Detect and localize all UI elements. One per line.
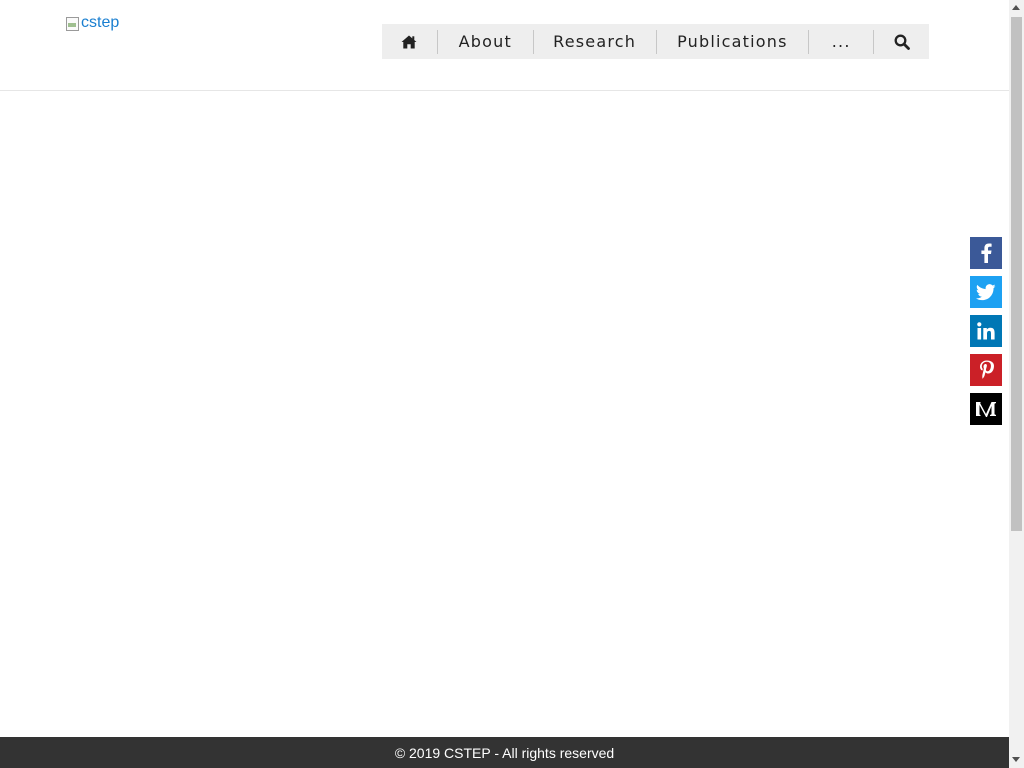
social-share-sidebar: [970, 237, 1002, 432]
nav-search-button[interactable]: [874, 24, 929, 59]
twitter-icon: [976, 283, 996, 300]
search-icon: [894, 34, 910, 50]
twitter-share-button[interactable]: [970, 276, 1002, 308]
linkedin-share-button[interactable]: [970, 315, 1002, 347]
scrollbar-thumb[interactable]: [1011, 17, 1022, 531]
facebook-icon: [981, 243, 992, 263]
medium-icon: [976, 402, 996, 417]
broken-image-icon: [65, 16, 80, 31]
copyright-text: © 2019 CSTEP - All rights reserved: [394, 744, 615, 761]
scroll-down-arrow-icon[interactable]: [1012, 757, 1020, 762]
home-icon: [401, 35, 417, 48]
site-logo-link[interactable]: cstep: [65, 14, 119, 32]
main-nav: About Research Publications ...: [382, 24, 929, 59]
nav-item-about[interactable]: About: [438, 24, 533, 59]
nav-item-research[interactable]: Research: [534, 24, 656, 59]
nav-home-button[interactable]: [382, 24, 437, 59]
site-footer: © 2019 CSTEP - All rights reserved: [0, 737, 1009, 768]
nav-item-publications[interactable]: Publications: [657, 24, 809, 59]
page: cstep About Research Publications ... © …: [0, 0, 1024, 768]
nav-item-more[interactable]: ...: [809, 24, 873, 59]
scroll-up-arrow-icon[interactable]: [1012, 5, 1020, 10]
logo-alt-text: cstep: [81, 14, 120, 31]
pinterest-share-button[interactable]: [970, 354, 1002, 386]
vertical-scrollbar[interactable]: [1009, 0, 1024, 768]
linkedin-icon: [977, 322, 995, 340]
pinterest-icon: [979, 360, 994, 379]
site-header: cstep About Research Publications ...: [0, 0, 1009, 91]
facebook-share-button[interactable]: [970, 237, 1002, 269]
medium-share-button[interactable]: [970, 393, 1002, 425]
